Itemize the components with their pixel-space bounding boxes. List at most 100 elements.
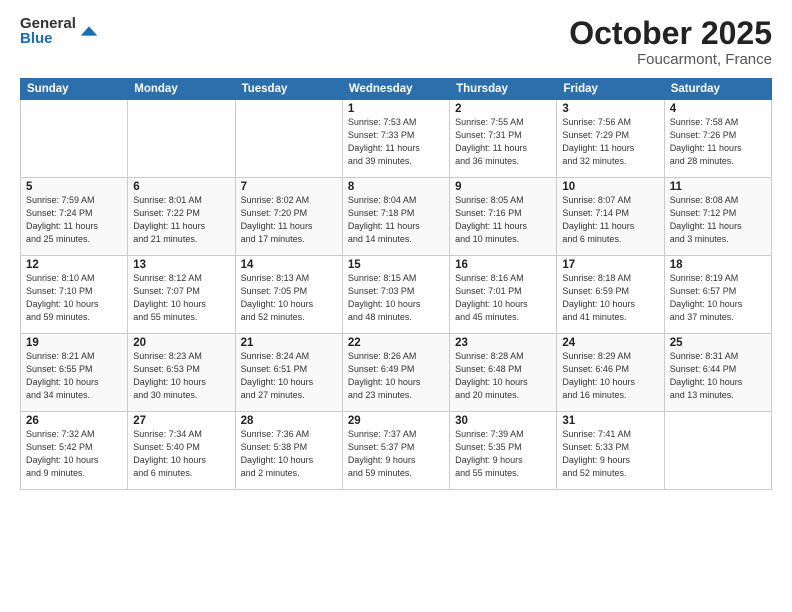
day-number: 23 xyxy=(455,337,551,349)
day-info: Sunrise: 7:39 AM Sunset: 5:35 PM Dayligh… xyxy=(455,428,551,480)
day-info: Sunrise: 8:13 AM Sunset: 7:05 PM Dayligh… xyxy=(241,272,337,324)
day-number: 7 xyxy=(241,181,337,193)
day-info: Sunrise: 8:18 AM Sunset: 6:59 PM Dayligh… xyxy=(562,272,658,324)
day-number: 15 xyxy=(348,259,444,271)
day-info: Sunrise: 7:41 AM Sunset: 5:33 PM Dayligh… xyxy=(562,428,658,480)
logo-icon xyxy=(78,20,100,42)
day-number: 30 xyxy=(455,415,551,427)
table-row: 18Sunrise: 8:19 AM Sunset: 6:57 PM Dayli… xyxy=(664,256,771,334)
day-number: 22 xyxy=(348,337,444,349)
day-number: 2 xyxy=(455,103,551,115)
day-number: 14 xyxy=(241,259,337,271)
day-info: Sunrise: 8:31 AM Sunset: 6:44 PM Dayligh… xyxy=(670,350,766,402)
table-row: 10Sunrise: 8:07 AM Sunset: 7:14 PM Dayli… xyxy=(557,178,664,256)
day-info: Sunrise: 8:08 AM Sunset: 7:12 PM Dayligh… xyxy=(670,194,766,246)
day-info: Sunrise: 8:21 AM Sunset: 6:55 PM Dayligh… xyxy=(26,350,122,402)
week-row-2: 12Sunrise: 8:10 AM Sunset: 7:10 PM Dayli… xyxy=(21,256,772,334)
day-number: 29 xyxy=(348,415,444,427)
day-info: Sunrise: 8:12 AM Sunset: 7:07 PM Dayligh… xyxy=(133,272,229,324)
col-monday: Monday xyxy=(128,79,235,100)
page: General Blue October 2025 Foucarmont, Fr… xyxy=(0,0,792,612)
week-row-4: 26Sunrise: 7:32 AM Sunset: 5:42 PM Dayli… xyxy=(21,412,772,490)
table-row: 15Sunrise: 8:15 AM Sunset: 7:03 PM Dayli… xyxy=(342,256,449,334)
day-number: 27 xyxy=(133,415,229,427)
day-info: Sunrise: 7:32 AM Sunset: 5:42 PM Dayligh… xyxy=(26,428,122,480)
day-number: 19 xyxy=(26,337,122,349)
day-info: Sunrise: 7:55 AM Sunset: 7:31 PM Dayligh… xyxy=(455,116,551,168)
day-info: Sunrise: 8:07 AM Sunset: 7:14 PM Dayligh… xyxy=(562,194,658,246)
logo: General Blue xyxy=(20,16,100,46)
logo-general: General xyxy=(20,16,76,31)
day-number: 8 xyxy=(348,181,444,193)
table-row: 27Sunrise: 7:34 AM Sunset: 5:40 PM Dayli… xyxy=(128,412,235,490)
day-info: Sunrise: 8:29 AM Sunset: 6:46 PM Dayligh… xyxy=(562,350,658,402)
day-info: Sunrise: 8:16 AM Sunset: 7:01 PM Dayligh… xyxy=(455,272,551,324)
table-row: 5Sunrise: 7:59 AM Sunset: 7:24 PM Daylig… xyxy=(21,178,128,256)
table-row: 29Sunrise: 7:37 AM Sunset: 5:37 PM Dayli… xyxy=(342,412,449,490)
month-title: October 2025 xyxy=(569,16,772,51)
table-row xyxy=(128,100,235,178)
day-info: Sunrise: 8:28 AM Sunset: 6:48 PM Dayligh… xyxy=(455,350,551,402)
table-row xyxy=(21,100,128,178)
day-info: Sunrise: 7:56 AM Sunset: 7:29 PM Dayligh… xyxy=(562,116,658,168)
day-info: Sunrise: 7:34 AM Sunset: 5:40 PM Dayligh… xyxy=(133,428,229,480)
table-row: 30Sunrise: 7:39 AM Sunset: 5:35 PM Dayli… xyxy=(450,412,557,490)
day-number: 31 xyxy=(562,415,658,427)
col-wednesday: Wednesday xyxy=(342,79,449,100)
table-row: 28Sunrise: 7:36 AM Sunset: 5:38 PM Dayli… xyxy=(235,412,342,490)
table-row: 19Sunrise: 8:21 AM Sunset: 6:55 PM Dayli… xyxy=(21,334,128,412)
table-row: 16Sunrise: 8:16 AM Sunset: 7:01 PM Dayli… xyxy=(450,256,557,334)
header: General Blue October 2025 Foucarmont, Fr… xyxy=(20,16,772,68)
table-row: 21Sunrise: 8:24 AM Sunset: 6:51 PM Dayli… xyxy=(235,334,342,412)
day-number: 16 xyxy=(455,259,551,271)
table-row: 6Sunrise: 8:01 AM Sunset: 7:22 PM Daylig… xyxy=(128,178,235,256)
table-row: 4Sunrise: 7:58 AM Sunset: 7:26 PM Daylig… xyxy=(664,100,771,178)
table-row: 17Sunrise: 8:18 AM Sunset: 6:59 PM Dayli… xyxy=(557,256,664,334)
logo-text: General Blue xyxy=(20,16,76,46)
day-info: Sunrise: 8:02 AM Sunset: 7:20 PM Dayligh… xyxy=(241,194,337,246)
day-number: 17 xyxy=(562,259,658,271)
table-row: 24Sunrise: 8:29 AM Sunset: 6:46 PM Dayli… xyxy=(557,334,664,412)
day-info: Sunrise: 8:15 AM Sunset: 7:03 PM Dayligh… xyxy=(348,272,444,324)
day-info: Sunrise: 8:19 AM Sunset: 6:57 PM Dayligh… xyxy=(670,272,766,324)
day-number: 20 xyxy=(133,337,229,349)
day-info: Sunrise: 8:26 AM Sunset: 6:49 PM Dayligh… xyxy=(348,350,444,402)
table-row xyxy=(664,412,771,490)
title-section: October 2025 Foucarmont, France xyxy=(569,16,772,68)
day-number: 26 xyxy=(26,415,122,427)
day-info: Sunrise: 7:58 AM Sunset: 7:26 PM Dayligh… xyxy=(670,116,766,168)
day-info: Sunrise: 8:04 AM Sunset: 7:18 PM Dayligh… xyxy=(348,194,444,246)
table-row: 9Sunrise: 8:05 AM Sunset: 7:16 PM Daylig… xyxy=(450,178,557,256)
day-info: Sunrise: 8:24 AM Sunset: 6:51 PM Dayligh… xyxy=(241,350,337,402)
day-number: 28 xyxy=(241,415,337,427)
table-row: 8Sunrise: 8:04 AM Sunset: 7:18 PM Daylig… xyxy=(342,178,449,256)
day-number: 21 xyxy=(241,337,337,349)
week-row-0: 1Sunrise: 7:53 AM Sunset: 7:33 PM Daylig… xyxy=(21,100,772,178)
table-row: 1Sunrise: 7:53 AM Sunset: 7:33 PM Daylig… xyxy=(342,100,449,178)
table-row: 2Sunrise: 7:55 AM Sunset: 7:31 PM Daylig… xyxy=(450,100,557,178)
day-info: Sunrise: 8:10 AM Sunset: 7:10 PM Dayligh… xyxy=(26,272,122,324)
calendar: Sunday Monday Tuesday Wednesday Thursday… xyxy=(20,78,772,490)
week-row-3: 19Sunrise: 8:21 AM Sunset: 6:55 PM Dayli… xyxy=(21,334,772,412)
day-info: Sunrise: 7:36 AM Sunset: 5:38 PM Dayligh… xyxy=(241,428,337,480)
day-info: Sunrise: 7:59 AM Sunset: 7:24 PM Dayligh… xyxy=(26,194,122,246)
col-tuesday: Tuesday xyxy=(235,79,342,100)
week-row-1: 5Sunrise: 7:59 AM Sunset: 7:24 PM Daylig… xyxy=(21,178,772,256)
day-number: 3 xyxy=(562,103,658,115)
table-row xyxy=(235,100,342,178)
day-info: Sunrise: 8:01 AM Sunset: 7:22 PM Dayligh… xyxy=(133,194,229,246)
day-number: 13 xyxy=(133,259,229,271)
day-number: 25 xyxy=(670,337,766,349)
col-friday: Friday xyxy=(557,79,664,100)
day-number: 6 xyxy=(133,181,229,193)
table-row: 23Sunrise: 8:28 AM Sunset: 6:48 PM Dayli… xyxy=(450,334,557,412)
location: Foucarmont, France xyxy=(569,51,772,68)
table-row: 25Sunrise: 8:31 AM Sunset: 6:44 PM Dayli… xyxy=(664,334,771,412)
day-number: 18 xyxy=(670,259,766,271)
table-row: 11Sunrise: 8:08 AM Sunset: 7:12 PM Dayli… xyxy=(664,178,771,256)
table-row: 3Sunrise: 7:56 AM Sunset: 7:29 PM Daylig… xyxy=(557,100,664,178)
day-number: 5 xyxy=(26,181,122,193)
col-sunday: Sunday xyxy=(21,79,128,100)
logo-blue: Blue xyxy=(20,31,76,46)
day-info: Sunrise: 8:05 AM Sunset: 7:16 PM Dayligh… xyxy=(455,194,551,246)
